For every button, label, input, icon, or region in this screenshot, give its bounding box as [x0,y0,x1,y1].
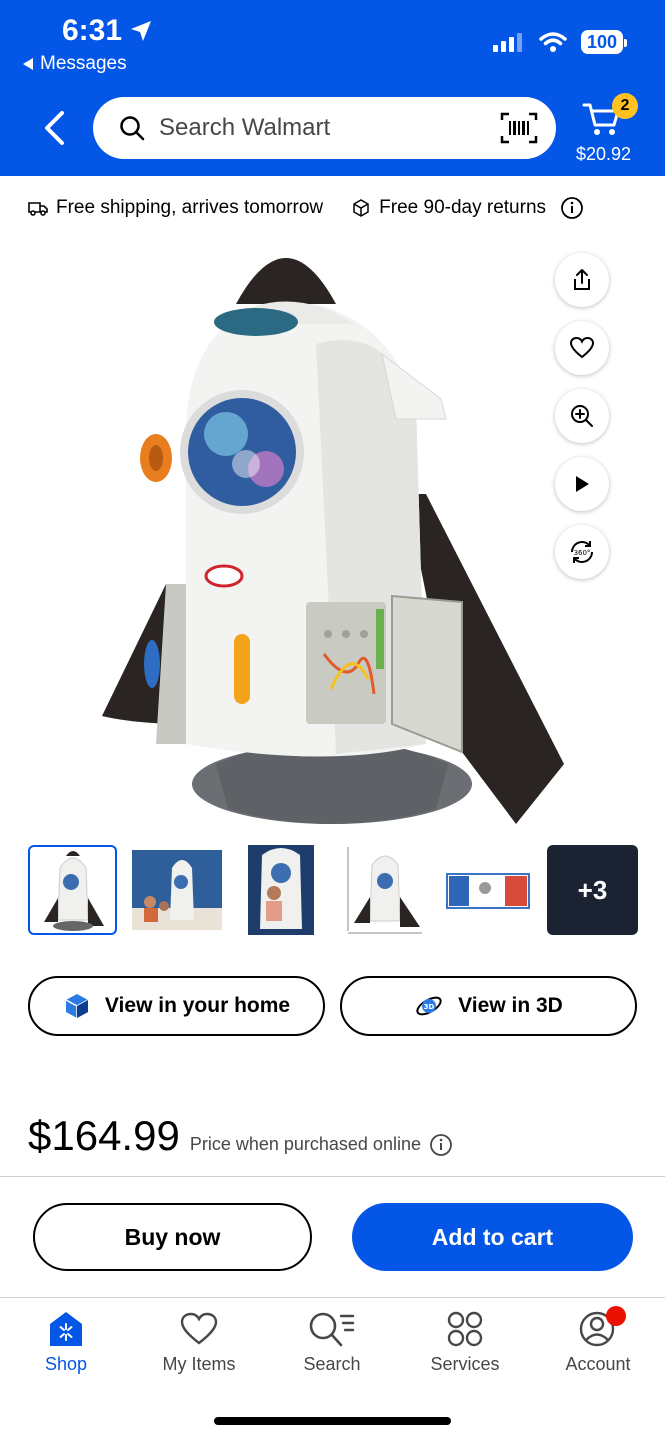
account-icon-wrap [578,1306,626,1348]
notification-dot [606,1306,626,1326]
status-time: 6:31 [62,14,152,48]
thumbnail-image [43,851,104,931]
svg-text:3D: 3D [424,1003,435,1011]
image-actions: 360° [555,253,609,579]
truck-icon [28,202,48,216]
nav-account-label: Account [565,1354,631,1374]
search-icon [120,116,145,141]
shipping-text: Free shipping, arrives tomorrow [56,197,324,218]
zoom-in-icon [571,405,593,427]
view-in-home-label: View in your home [104,994,291,1017]
product-image-rocket-playhouse[interactable] [96,224,576,834]
cart-count-badge: 2 [612,93,638,119]
nav-my-items-label: My Items [162,1354,236,1374]
thumbnail-image [247,845,314,935]
wifi-icon [539,32,567,52]
back-button[interactable] [36,107,72,149]
price-row: $164.99 Price when purchased online [28,1112,453,1160]
share-button[interactable] [555,253,609,307]
rotate-360-icon: 360° [571,541,593,563]
thumbnail-2[interactable] [132,845,222,935]
location-arrow-icon [131,21,152,41]
zoom-button[interactable] [555,389,609,443]
heart-icon [180,1312,218,1345]
free-shipping: Free shipping, arrives tomorrow [28,197,323,219]
add-to-cart-button[interactable]: Add to cart [352,1203,633,1271]
barcode-scan-icon[interactable] [500,111,538,145]
back-to-messages[interactable]: Messages [22,53,127,75]
thumbnail-image [132,850,222,930]
status-indicators: 100 [492,30,628,54]
heart-icon [569,336,595,359]
price-note-text: Price when purchased online [189,1134,421,1154]
nav-my-items[interactable]: My Items [139,1310,259,1375]
home-indicator [214,1417,451,1425]
thumbnail-5[interactable] [445,845,531,935]
cart-button[interactable]: 2 $20.92 [572,92,642,168]
thumbnail-1[interactable] [28,845,117,935]
buy-now-button[interactable]: Buy now [33,1203,312,1271]
3d-orbit-icon: 3D [416,996,442,1016]
nav-services[interactable]: Services [405,1310,525,1375]
divider [0,1176,665,1177]
nav-search-label: Search [303,1354,361,1374]
product-price: $164.99 [28,1112,180,1159]
view-in-3d-label: View in 3D [458,994,563,1017]
share-icon [574,269,590,290]
favorite-button[interactable] [555,321,609,375]
cart-total: $20.92 [576,144,632,164]
signal-icon [492,33,522,52]
grid-circles-icon [447,1311,483,1347]
search-input[interactable]: Search Walmart [93,97,556,159]
thumbnail-image [347,847,422,934]
view-360-button[interactable]: 360° [555,525,609,579]
ar-cube-icon [65,994,89,1018]
thumbnail-4[interactable] [342,845,428,935]
shop-icon [50,1312,82,1346]
back-triangle-icon [23,58,33,70]
returns-text: Free 90-day returns [379,197,547,218]
thumbnail-3[interactable] [247,845,314,935]
search-placeholder: Search Walmart [159,114,331,141]
chevron-left-icon [45,111,64,145]
nav-services-label: Services [430,1354,500,1374]
free-returns: Free 90-day returns [351,197,546,219]
play-video-button[interactable] [555,457,609,511]
thumbnail-strip: +3 [28,845,638,935]
nav-shop[interactable]: Shop [6,1310,126,1375]
view-in-3d-button[interactable]: 3D View in 3D [340,976,637,1036]
price-note: Price when purchased online [190,1133,453,1157]
more-images-count: +3 [577,874,608,905]
app-header: 6:31 Messages 100 Search Walmart 2 $20.9… [0,0,665,176]
clock-text: 6:31 [62,14,123,47]
nav-search[interactable]: Search [272,1310,392,1375]
thumbnail-image [446,873,530,909]
nav-account[interactable]: Account [538,1306,658,1375]
shipping-info-row: Free shipping, arrives tomorrow Free 90-… [28,196,584,220]
return-box-icon [353,199,369,217]
info-icon[interactable] [429,1133,453,1157]
battery-indicator: 100 [580,30,628,54]
info-icon[interactable] [560,196,584,220]
svg-text:360°: 360° [574,549,591,557]
nav-shop-label: Shop [44,1354,88,1374]
back-app-label: Messages [40,53,127,74]
play-icon [576,476,589,492]
view-in-home-button[interactable]: View in your home [28,976,325,1036]
search-list-icon [309,1312,355,1347]
thumbnail-more[interactable]: +3 [547,845,638,935]
